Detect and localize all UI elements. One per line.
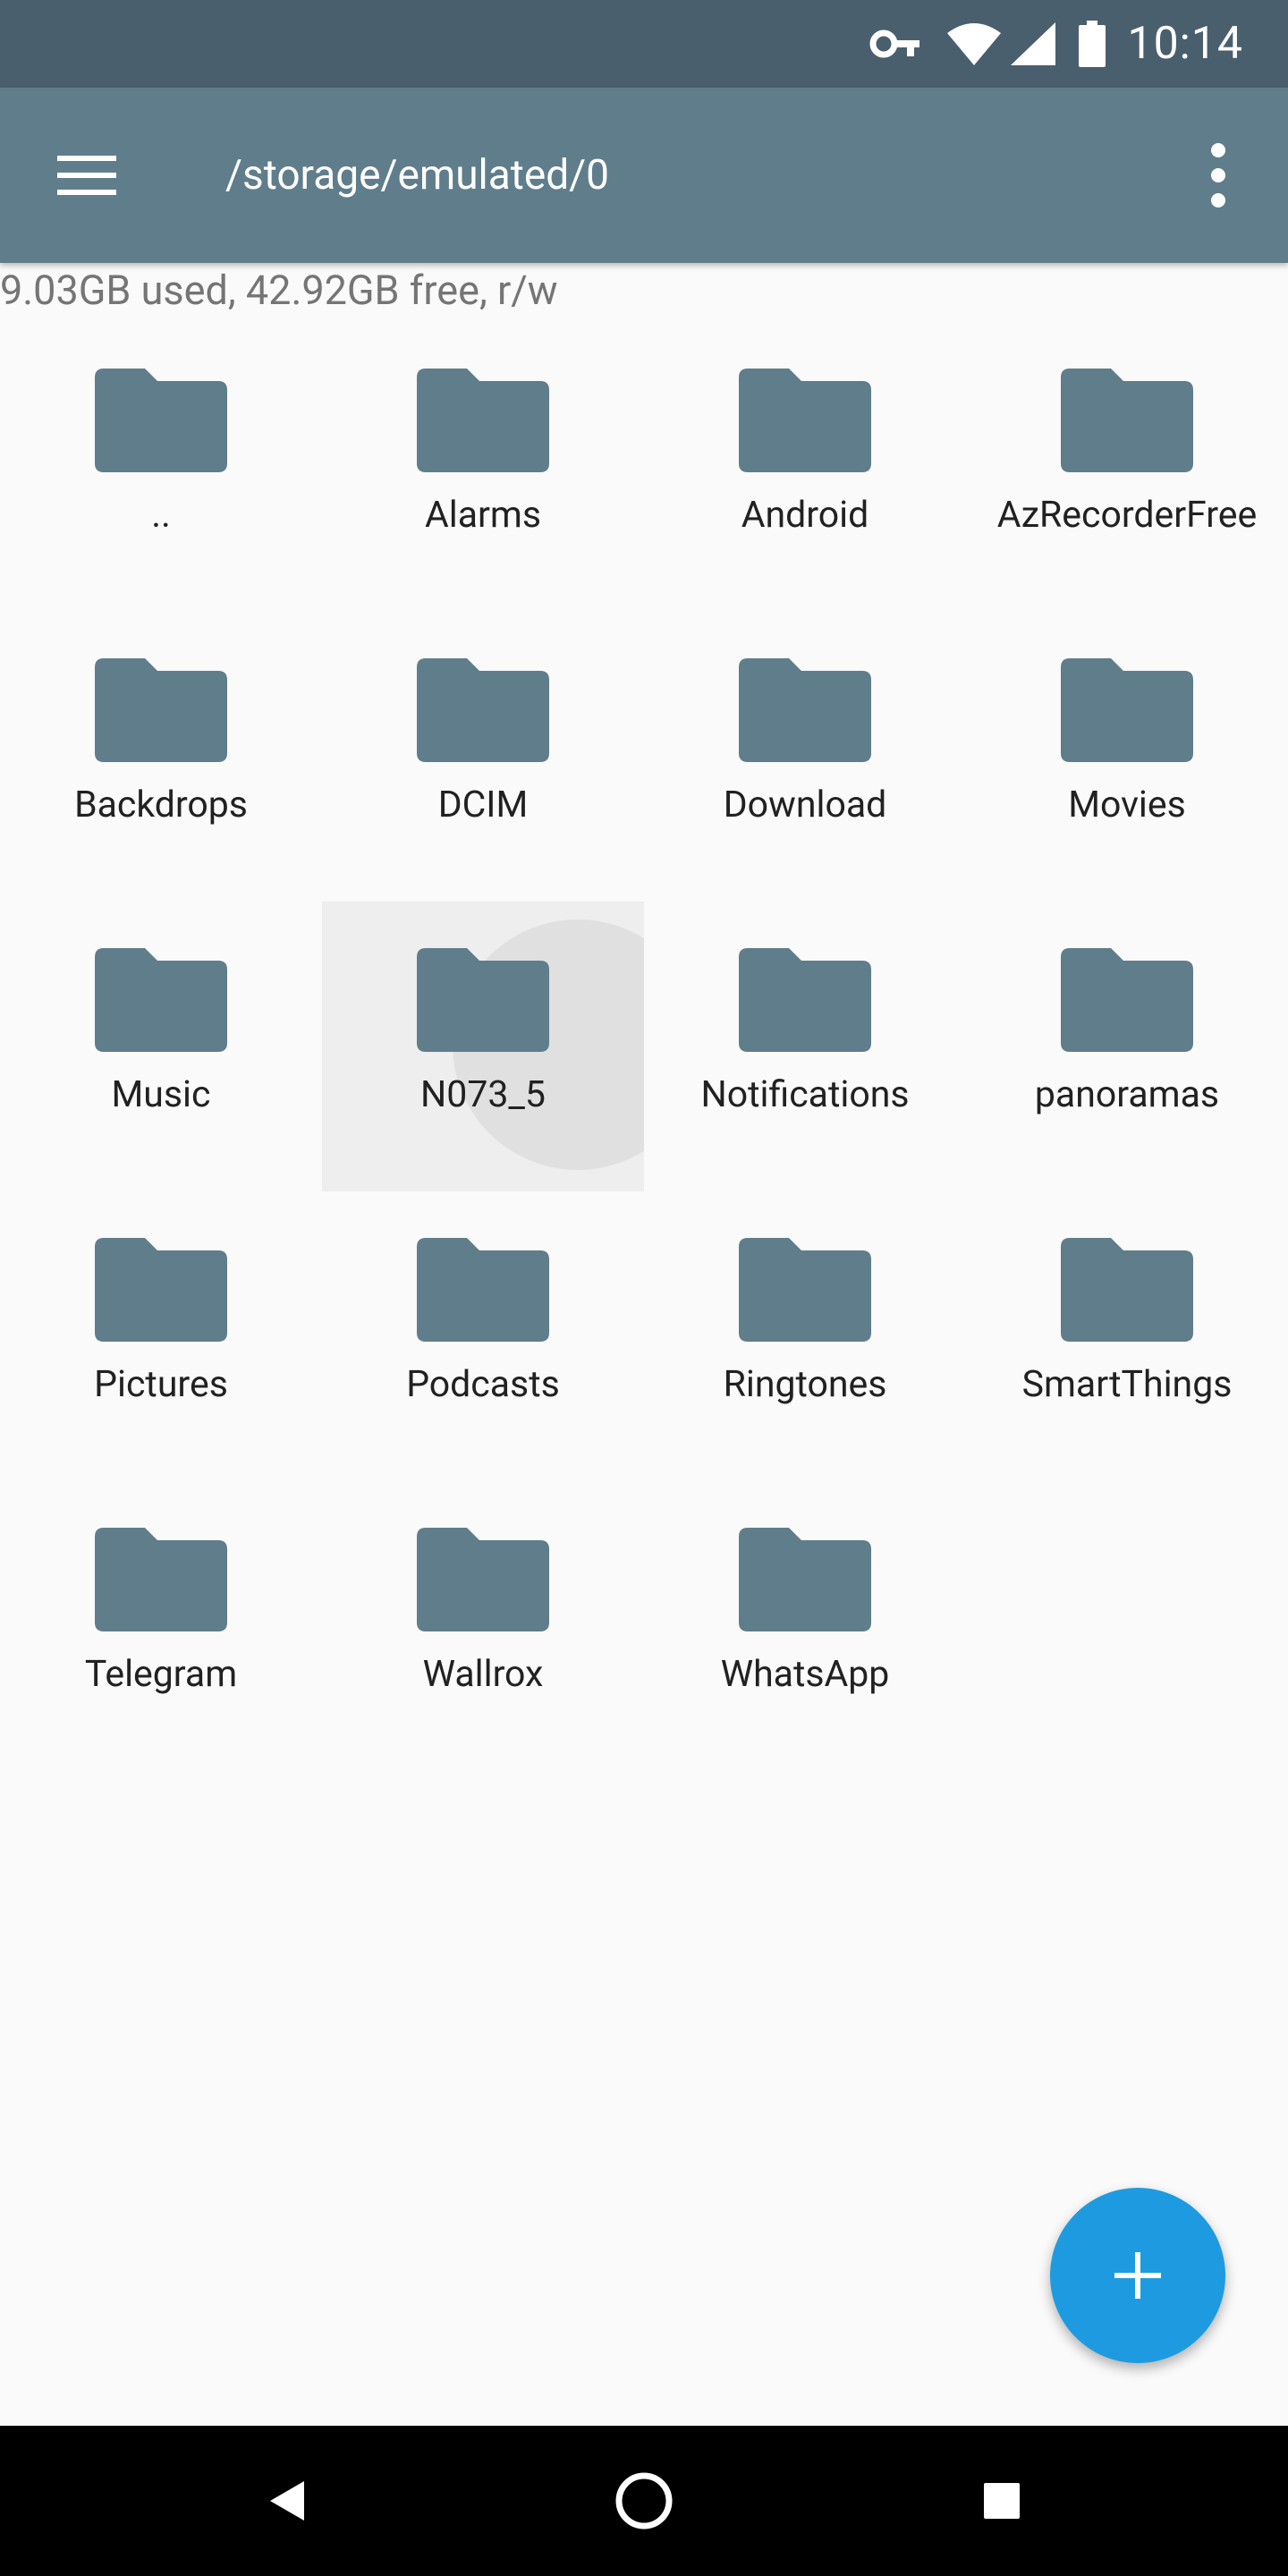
folder-icon [95,1528,227,1631]
folder-icon [1061,948,1193,1052]
folder-label: Pictures [94,1363,228,1406]
folder-icon [417,948,549,1052]
folder-item[interactable]: AzRecorderFree [966,322,1288,612]
folder-icon [95,658,227,762]
folder-icon [739,658,871,762]
folder-icon [739,369,871,472]
folder-label: Movies [1068,784,1186,826]
folder-icon [1061,1238,1193,1342]
folder-icon [739,1238,871,1342]
folder-icon [739,1528,871,1631]
folder-item[interactable]: N073_5 [322,902,644,1191]
folder-item[interactable]: Alarms [322,322,644,612]
folder-icon [95,948,227,1052]
wifi-icon [946,22,1002,65]
folder-icon [1061,658,1193,762]
folder-item[interactable]: Notifications [644,902,966,1191]
folder-icon [739,948,871,1052]
folder-item[interactable]: Podcasts [322,1191,644,1481]
folder-label: WhatsApp [720,1653,890,1696]
folder-item[interactable]: .. [0,322,322,612]
folder-label: Download [723,784,887,826]
back-icon[interactable] [250,2465,322,2537]
folder-item[interactable]: Movies [966,612,1288,902]
folder-icon [417,369,549,472]
folder-icon [95,369,227,472]
folder-icon [417,1238,549,1342]
folder-item[interactable]: Pictures [0,1191,322,1481]
battery-icon [1079,21,1106,67]
folder-item[interactable]: WhatsApp [644,1481,966,1771]
home-icon[interactable] [608,2465,680,2537]
folder-item[interactable]: Download [644,612,966,902]
navigation-bar [0,2426,1288,2576]
folder-label: Alarms [424,494,542,537]
folder-item[interactable]: Backdrops [0,612,322,902]
status-bar: 10:14 [0,0,1288,88]
folder-item[interactable]: Music [0,902,322,1191]
folder-label: Notifications [700,1073,910,1116]
folder-item[interactable]: Wallrox [322,1481,644,1771]
folder-icon [417,1528,549,1631]
folder-label: .. [151,494,171,537]
folder-item[interactable]: panoramas [966,902,1288,1191]
folder-icon [95,1238,227,1342]
hamburger-menu-icon[interactable] [57,156,116,195]
folder-item[interactable]: Ringtones [644,1191,966,1481]
folder-item[interactable]: SmartThings [966,1191,1288,1481]
more-vert-icon[interactable] [1199,143,1238,208]
folder-label: AzRecorderFree [996,494,1258,537]
recents-icon[interactable] [966,2465,1038,2537]
folder-label: DCIM [437,784,529,826]
folder-label: Wallrox [422,1653,544,1696]
folder-icon [1061,369,1193,472]
status-time: 10:14 [1127,18,1243,70]
folder-item[interactable]: Telegram [0,1481,322,1771]
folder-item[interactable]: Android [644,322,966,612]
status-icons: 10:14 [869,0,1243,88]
folder-label: Ringtones [723,1363,887,1406]
folder-label: Podcasts [406,1363,560,1406]
folder-label: panoramas [1034,1073,1220,1116]
folder-label: Backdrops [74,784,248,826]
folder-label: Telegram [84,1653,238,1696]
folder-icon [417,658,549,762]
cell-signal-icon [1011,22,1056,65]
folder-label: Music [111,1073,211,1116]
folder-label: SmartThings [1021,1363,1233,1406]
current-path-title: /storage/emulated/0 [225,151,609,199]
vpn-key-icon [869,29,921,59]
storage-info: 9.03GB used, 42.92GB free, r/w [0,267,558,314]
app-bar: /storage/emulated/0 [0,88,1288,263]
folder-label: N073_5 [420,1073,546,1116]
add-fab-button[interactable] [1050,2188,1225,2363]
folder-item[interactable]: DCIM [322,612,644,902]
folder-label: Android [741,494,869,537]
